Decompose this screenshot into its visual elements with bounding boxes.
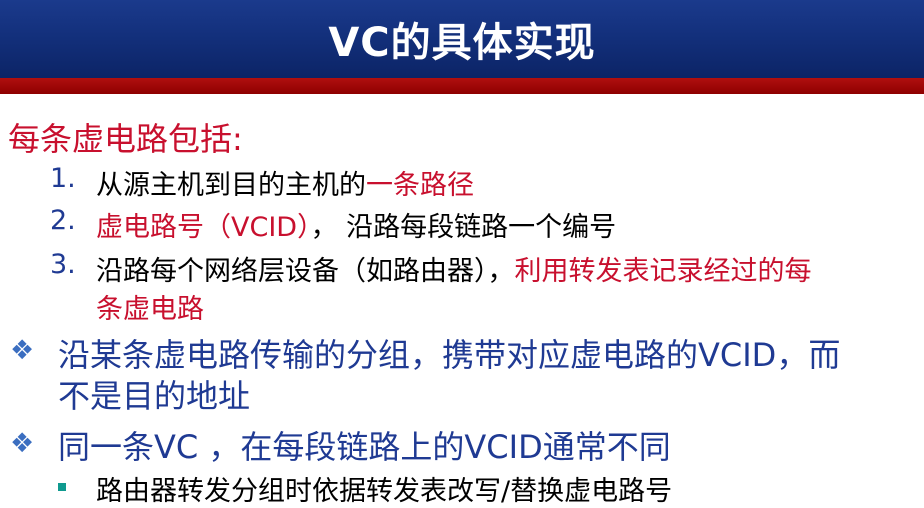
item-2-text: ， 沿路每段链路一个编号 (310, 212, 617, 243)
diamond-bullet-icon: ❖ (10, 428, 35, 459)
square-bullet-icon (58, 483, 66, 491)
item-3-continuation: 条虚电路 (96, 294, 204, 325)
item-1-highlight: 一条路径 (366, 170, 474, 201)
title-underline-band (0, 78, 924, 94)
bullet-1-line-2: 不是目的地址 (58, 377, 251, 415)
item-2: 虚电路号（VCID）， 沿路每段链路一个编号 (96, 205, 616, 244)
intro-text: 每条虚电路包括: (8, 120, 243, 158)
diamond-bullet-icon: ❖ (10, 335, 35, 366)
bullet-2-line-1: 同一条VC ，在每段链路上的VCID通常不同 (58, 428, 671, 466)
bullet-1-line-1: 沿某条虚电路传输的分组，携带对应虚电路的VCID，而 (58, 336, 841, 374)
item-1-text: 从源主机到目的主机的 (96, 170, 366, 201)
item-1: 从源主机到目的主机的一条路径 (96, 163, 474, 202)
item-2-number: 2. (50, 205, 76, 236)
sub-bullet-text: 路由器转发分组时依据转发表改写/替换虚电路号 (96, 476, 673, 507)
item-3-text: 沿路每个网络层设备（如路由器）， (96, 256, 515, 287)
item-1-number: 1. (50, 163, 76, 194)
item-3-number: 3. (50, 249, 76, 280)
slide-title: VC的具体实现 (328, 20, 596, 66)
item-3: 沿路每个网络层设备（如路由器），利用转发表记录经过的每 (96, 249, 812, 288)
item-3-highlight: 利用转发表记录经过的每 (514, 256, 812, 287)
item-2-highlight: 虚电路号（VCID） (96, 212, 311, 243)
